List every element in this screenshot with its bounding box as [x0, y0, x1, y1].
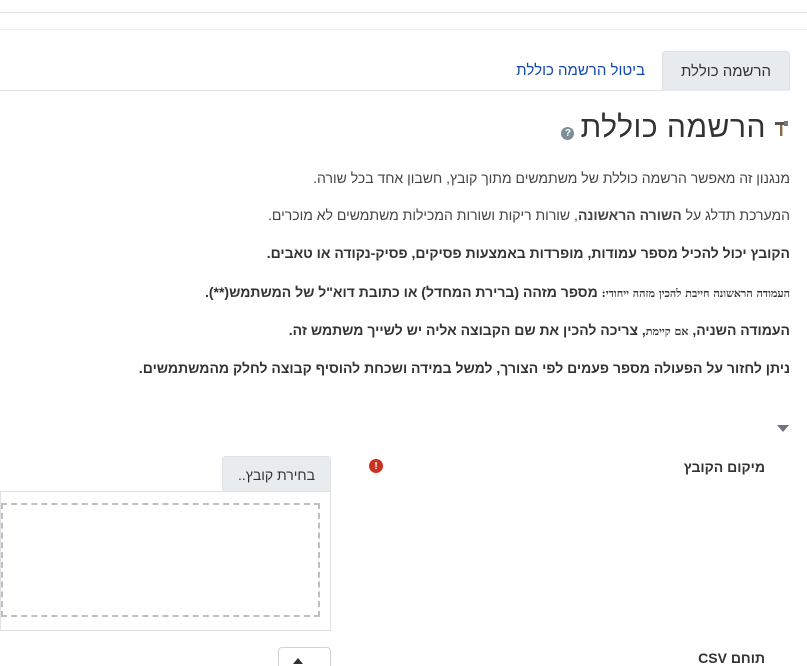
text-segment: העמודה השניה,: [688, 322, 790, 338]
top-divider: [0, 12, 807, 13]
csv-delimiter-select[interactable]: [278, 647, 331, 666]
columns-paragraph: הקובץ יכול להכיל מספר עמודות, מופרדות בא…: [266, 245, 790, 261]
first-column-paragraph: העמודה הראשונה חייבת להכין מזהה ייחודי: …: [205, 284, 790, 300]
text-segment: מספר מזהה (ברירת המחדל) או כתובת דוא"ל ש…: [204, 284, 602, 300]
caret-up-icon: [293, 658, 303, 664]
intro-paragraph: מנגנון זה מאפשר הרשמה כוללת של משתמשים מ…: [313, 170, 790, 186]
page-title: הרשמה כוללת: [580, 111, 766, 144]
second-column-paragraph: העמודה השניה, אם קיימת, צריכה להכין את ש…: [289, 322, 790, 338]
text-small-segment: אם קיימת: [645, 325, 689, 338]
text-bold-segment: השורה הראשונה: [577, 207, 682, 223]
text-segment: המערכת תדלג על: [681, 207, 790, 223]
text-segment: , שורות ריקות ושורות המכילות משתמשים לא …: [268, 207, 578, 223]
csv-delimiter-label: תוחם CSV: [698, 650, 765, 666]
secondary-divider: [0, 29, 807, 30]
file-location-label: מיקום הקובץ: [683, 459, 765, 475]
collapse-caret-icon[interactable]: [777, 425, 789, 432]
skip-rows-paragraph: המערכת תדלג על השורה הראשונה, שורות ריקו…: [268, 207, 790, 223]
question-icon[interactable]: ?: [561, 126, 575, 140]
required-icon: !: [369, 459, 383, 473]
tab-bulk-unenrol[interactable]: ביטול הרשמה כוללת: [499, 51, 662, 91]
repeat-paragraph: ניתן לחזור על הפעולה מספר פעמים לפי הצור…: [138, 360, 790, 376]
hammer-icon: [772, 119, 790, 137]
file-drop-zone[interactable]: [1, 503, 320, 617]
text-segment: , צריכה להכין את שם הקבוצה אליה יש לשייך…: [288, 322, 646, 338]
choose-file-button[interactable]: בחירת קובץ..: [222, 456, 331, 492]
tab-bulk-enrol[interactable]: הרשמה כוללת: [662, 51, 790, 91]
text-small-segment: העמודה הראשונה חייבת להכין מזהה ייחודי:: [601, 287, 790, 300]
file-picker-box: [0, 491, 331, 631]
tab-bar: הרשמה כוללת ביטול הרשמה כוללת: [0, 51, 790, 91]
page-heading: הרשמה כוללת ?: [561, 108, 790, 148]
